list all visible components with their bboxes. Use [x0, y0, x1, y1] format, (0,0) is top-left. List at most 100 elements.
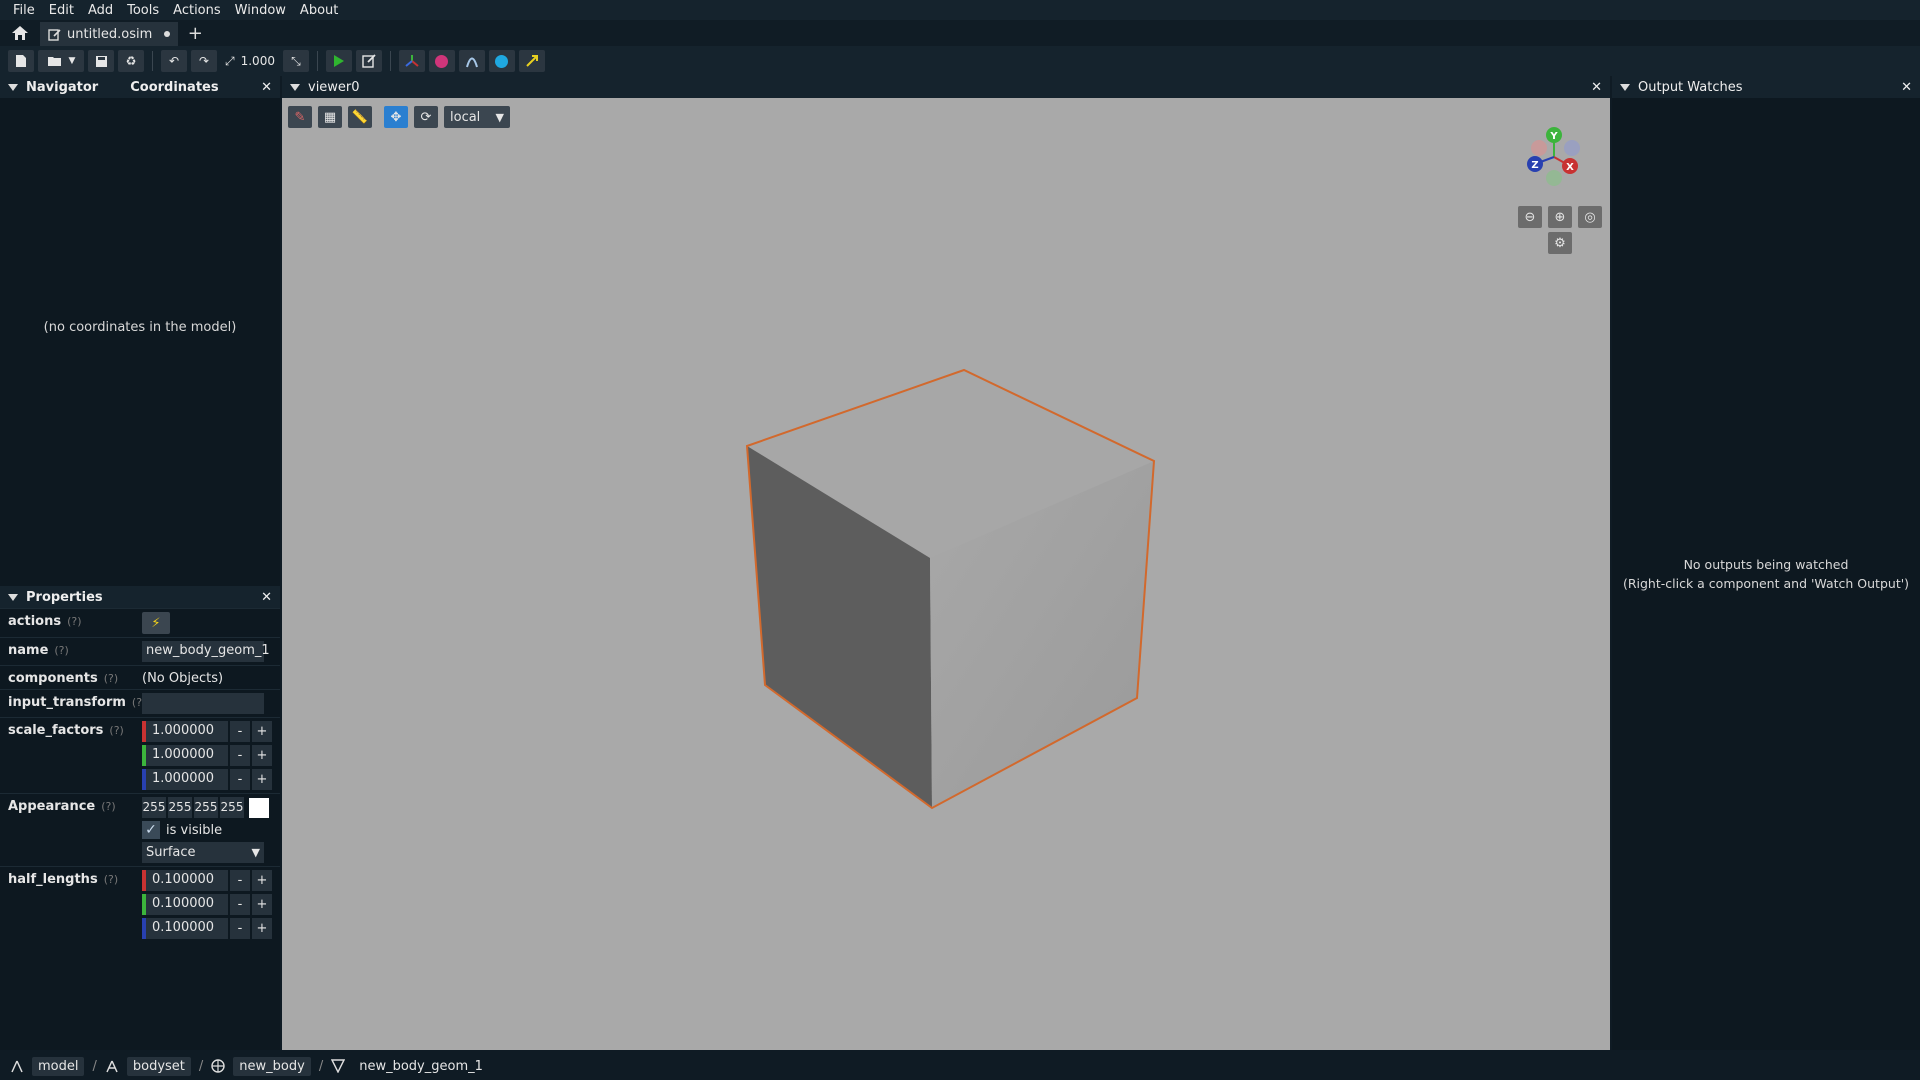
simulate-button[interactable] [325, 50, 352, 72]
breadcrumb-separator: / [198, 1058, 204, 1074]
selected-box-geometry[interactable] [282, 98, 1610, 1050]
decrement-button[interactable]: - [230, 721, 250, 742]
edit-icon [362, 54, 376, 68]
collapse-icon[interactable] [1620, 83, 1630, 91]
increment-button[interactable]: + [252, 721, 272, 742]
reload-button[interactable]: ♻ [118, 50, 144, 72]
collapse-icon[interactable] [290, 83, 300, 91]
scale-factor-value: 1.000 [240, 54, 275, 68]
undo-button[interactable]: ↶ [161, 50, 187, 72]
decrement-button[interactable]: - [230, 894, 250, 915]
tab-untitled-osim[interactable]: untitled.osim [40, 22, 179, 46]
half-length-x-input[interactable]: 0.100000 [142, 870, 228, 891]
properties-header: Properties ✕ [0, 586, 280, 608]
menu-about[interactable]: About [293, 3, 345, 18]
home-tab[interactable] [0, 20, 40, 46]
increment-button[interactable]: + [252, 769, 272, 790]
bodyset-icon [106, 1060, 118, 1073]
scale-z-row: 1.000000- + [142, 769, 276, 790]
scale-z-input[interactable]: 1.000000 [142, 769, 228, 790]
add-tab-button[interactable]: + [178, 23, 212, 44]
close-icon[interactable]: ✕ [261, 590, 272, 605]
viewer-title: viewer0 [308, 79, 360, 95]
color-swatch[interactable] [249, 797, 269, 818]
toggle-forces-button[interactable] [518, 50, 545, 72]
open-file-button[interactable]: ▼ [38, 50, 84, 72]
property-label: scale_factors [8, 723, 104, 738]
navigator-panel: Navigator Coordinates ✕ (no coordinates … [0, 76, 280, 586]
is-visible-label: is visible [166, 822, 223, 838]
increment-button[interactable]: + [252, 918, 272, 939]
decrement-button[interactable]: - [230, 769, 250, 790]
chevron-down-icon: ▼ [68, 56, 76, 66]
close-icon[interactable]: ✕ [1591, 80, 1602, 95]
toggle-wrap-geometry-button[interactable] [458, 50, 485, 72]
new-file-button[interactable] [8, 50, 34, 72]
half-length-z-input[interactable]: 0.100000 [142, 918, 228, 939]
menu-file[interactable]: File [6, 3, 42, 18]
menu-tools[interactable]: Tools [120, 3, 166, 18]
save-icon [95, 55, 107, 67]
breadcrumb-model[interactable]: model [32, 1056, 85, 1076]
help-marker[interactable]: (?) [104, 873, 118, 886]
tab-navigator[interactable]: Navigator [26, 80, 98, 95]
decrement-button[interactable]: - [230, 918, 250, 939]
color-g-input[interactable]: 255 [168, 797, 192, 818]
color-r-input[interactable]: 255 [142, 797, 166, 818]
components-value: (No Objects) [142, 671, 224, 686]
save-button[interactable] [88, 50, 114, 72]
menu-add[interactable]: Add [81, 3, 120, 18]
properties-title: Properties [26, 589, 103, 605]
scale-factor-control[interactable]: ⤢ 1.000 [221, 50, 279, 72]
breadcrumb-bodyset[interactable]: bodyset [126, 1056, 191, 1076]
scale-y-row: 1.000000- + [142, 745, 276, 766]
home-icon [12, 26, 28, 40]
output-watches-title: Output Watches [1638, 79, 1743, 95]
name-input[interactable]: new_body_geom_1 [142, 641, 270, 662]
color-b-input[interactable]: 255 [194, 797, 218, 818]
property-label: components [8, 671, 98, 686]
decrement-button[interactable]: - [230, 870, 250, 891]
menu-edit[interactable]: Edit [42, 3, 81, 18]
frames-icon [405, 55, 419, 67]
toggle-markers-button[interactable] [428, 50, 455, 72]
autoscale-button[interactable]: ⤡ [282, 50, 309, 72]
help-marker[interactable]: (?) [101, 800, 115, 813]
collapse-icon[interactable] [8, 83, 18, 91]
actions-button[interactable]: ⚡ [142, 612, 170, 634]
edit-sim-params-button[interactable] [355, 50, 382, 72]
scale-x-input[interactable]: 1.000000 [142, 721, 228, 742]
is-visible-toggle[interactable]: ✓ is visible [142, 821, 276, 839]
increment-button[interactable]: + [252, 894, 272, 915]
help-marker[interactable]: (?) [67, 615, 81, 628]
toggle-frames-button[interactable] [398, 50, 425, 72]
lightning-icon: ⚡ [151, 615, 161, 631]
input-transform-field[interactable] [142, 693, 264, 714]
toggle-contact-geometry-button[interactable] [488, 50, 515, 72]
3d-viewport[interactable]: ✎ ▦ 📏 ✥ ⟳ local ▼ Y X Z ⊖ ⊕ ◎ ⚙ [282, 98, 1610, 1050]
representation-dropdown[interactable]: Surface ▼ [142, 842, 264, 863]
scale-y-input[interactable]: 1.000000 [142, 745, 228, 766]
tab-coordinates[interactable]: Coordinates [130, 80, 218, 95]
color-rgba-editor: 255 255 255 255 [142, 797, 276, 818]
menu-actions[interactable]: Actions [166, 3, 228, 18]
color-a-input[interactable]: 255 [220, 797, 244, 818]
close-icon[interactable]: ✕ [1901, 80, 1912, 95]
half-length-y-input[interactable]: 0.100000 [142, 894, 228, 915]
close-icon[interactable]: ✕ [261, 80, 272, 95]
breadcrumb-new-body[interactable]: new_body [233, 1056, 311, 1076]
half-length-x-row: 0.100000- + [142, 870, 276, 891]
marker-icon [435, 54, 449, 68]
help-marker[interactable]: (?) [104, 672, 118, 685]
breadcrumb-geometry[interactable]: new_body_geom_1 [353, 1057, 489, 1076]
viewer-header: viewer0 ✕ [282, 76, 1610, 98]
increment-button[interactable]: + [252, 870, 272, 891]
menu-window[interactable]: Window [228, 3, 293, 18]
redo-button[interactable]: ↷ [191, 50, 217, 72]
increment-button[interactable]: + [252, 745, 272, 766]
help-marker[interactable]: (?) [109, 724, 123, 737]
help-marker[interactable]: (?) [54, 644, 68, 657]
collapse-icon[interactable] [8, 593, 18, 601]
decrement-button[interactable]: - [230, 745, 250, 766]
property-row-appearance: Appearance (?) 255 255 255 255 ✓ is visib… [0, 793, 280, 866]
